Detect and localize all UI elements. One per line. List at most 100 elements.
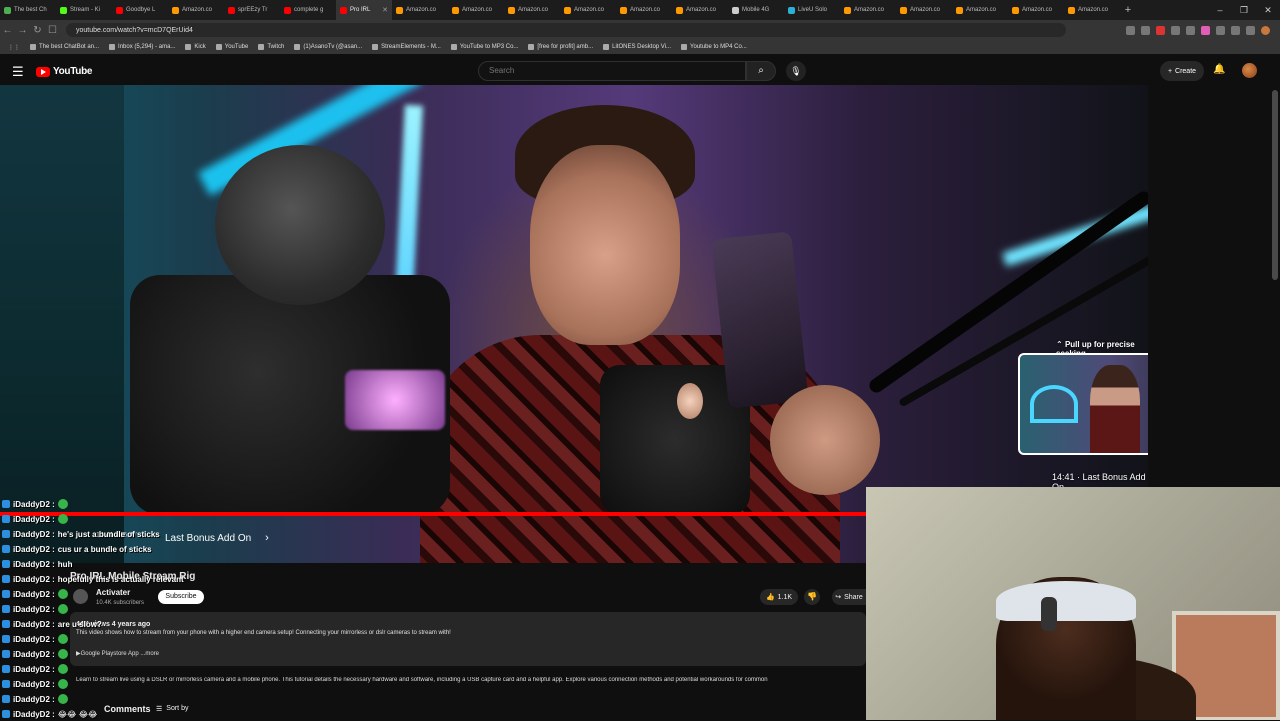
emote-icon [57, 589, 68, 599]
create-button[interactable]: + Create [1160, 61, 1204, 81]
search-button[interactable]: ⌕ [746, 61, 776, 81]
bookmark-item[interactable]: Twitch [258, 44, 284, 50]
browser-tab[interactable]: Amazon.co [672, 0, 728, 20]
forward-icon[interactable]: → [15, 25, 30, 36]
search-box[interactable] [478, 61, 746, 81]
extension-icon[interactable] [1126, 25, 1135, 35]
browser-tab[interactable]: The best Ch [0, 0, 56, 20]
bookmark-item[interactable]: The best ChatBot an... [30, 44, 99, 50]
bookmark-item[interactable]: (1)AsanoTv (@asan... [294, 44, 362, 50]
chevron-right-icon: › [265, 532, 269, 544]
browser-tab[interactable]: Pro IRL ✕ [336, 0, 392, 20]
browser-tab[interactable]: Amazon.co [616, 0, 672, 20]
url-text: youtube.com/watch?v=mcD7QErUid4 [76, 26, 193, 34]
browser-tab[interactable]: Amazon.co [840, 0, 896, 20]
tab-label: Pro IRL [350, 7, 371, 13]
extension-icon[interactable] [1186, 25, 1195, 35]
create-label: Create [1175, 67, 1197, 75]
chat-badge-icon [2, 605, 10, 613]
account-avatar[interactable] [1242, 63, 1257, 78]
plus-icon: + [1167, 67, 1173, 75]
browser-tab[interactable]: sprEEzy Tr [224, 0, 280, 20]
restore-icon[interactable]: ❐ [1232, 0, 1256, 20]
extension-icon[interactable] [1156, 25, 1165, 35]
tab-label: Amazon.co [182, 7, 213, 13]
overlay-emote [677, 383, 703, 419]
bookmark-label: Youtube to MP4 Co... [690, 44, 747, 50]
youtube-play-icon [36, 66, 50, 77]
bookmark-item[interactable]: YouTube [215, 44, 249, 50]
menu-icon[interactable]: ☰ [12, 64, 24, 80]
like-button[interactable]: 👍 1.1K [760, 589, 798, 605]
share-button[interactable]: ↪ Share [832, 589, 866, 605]
bookmark-item[interactable]: StreamElements - M... [372, 44, 441, 50]
page-scrollbar[interactable] [1272, 90, 1278, 280]
extension-icon[interactable] [1246, 25, 1255, 35]
extension-icon[interactable] [1141, 25, 1150, 35]
bookmark-item[interactable]: Youtube to MP4 Co... [681, 44, 747, 50]
webcam-cap [996, 581, 1136, 621]
close-tab-icon[interactable]: ✕ [382, 6, 388, 14]
chat-message: iDaddyD2 : [2, 512, 68, 526]
minimize-icon[interactable]: – [1208, 0, 1232, 20]
tab-favicon-icon [564, 6, 571, 14]
chat-text: are u slow? [57, 619, 102, 629]
browser-tab[interactable]: Amazon.co [1064, 0, 1120, 20]
url-field[interactable]: youtube.com/watch?v=mcD7QErUid4 [66, 23, 1066, 37]
bookmark-item[interactable]: LitONES Desktop Vi... [603, 44, 671, 50]
bookmark-favicon-icon [258, 44, 265, 50]
browser-tab[interactable]: Stream - Ki [56, 0, 112, 20]
extension-icon[interactable] [1201, 25, 1210, 35]
bookmark-favicon-icon [372, 44, 379, 50]
extension-icon[interactable] [1216, 25, 1225, 35]
browser-tab[interactable]: Goodbye L [112, 0, 168, 20]
extension-icon[interactable] [1171, 25, 1180, 35]
browser-tab[interactable]: LiveU Solo [784, 0, 840, 20]
preview-person [1090, 365, 1140, 453]
bookmark-item[interactable]: Kick [185, 44, 206, 50]
browser-tab[interactable]: Mobile 4G [728, 0, 784, 20]
description-box[interactable] [70, 612, 866, 666]
sort-by-button[interactable]: ☰ Sort by [156, 705, 188, 713]
bookmark-item[interactable]: Inbox (5,294) - ama... [109, 44, 175, 50]
youtube-logo[interactable]: YouTube [36, 66, 93, 77]
reload-icon[interactable]: ↻ [30, 25, 45, 36]
tab-favicon-icon [620, 6, 627, 14]
tab-label: complete g [294, 7, 324, 13]
search-input[interactable] [487, 65, 731, 76]
browser-tab[interactable]: Amazon.co [952, 0, 1008, 20]
browser-tab[interactable]: Amazon.co [1008, 0, 1064, 20]
chat-username: iDaddyD2 : [13, 514, 55, 524]
close-window-icon[interactable]: ✕ [1256, 0, 1280, 20]
tab-label: Amazon.co [574, 7, 605, 13]
bookmark-label: YouTube [224, 44, 249, 50]
bookmark-label: [free for profit] amb... [537, 44, 594, 50]
tab-label: Amazon.co [1022, 7, 1053, 13]
browser-tab[interactable]: Amazon.co [504, 0, 560, 20]
browser-tab[interactable]: complete g [280, 0, 336, 20]
back-icon[interactable]: ← [0, 25, 15, 36]
extension-icon[interactable] [1231, 25, 1240, 35]
notifications-bell-icon[interactable]: 🔔 [1213, 64, 1225, 75]
new-tab-icon[interactable]: + [1120, 4, 1136, 16]
bookmark-icon[interactable]: ☐ [45, 25, 60, 36]
tab-favicon-icon [956, 6, 963, 14]
bookmark-favicon-icon [450, 44, 457, 50]
browser-tab[interactable]: Amazon.co [392, 0, 448, 20]
chat-badge-icon [2, 545, 10, 553]
browser-tab[interactable]: Amazon.co [168, 0, 224, 20]
bookmark-item[interactable]: YouTube to MP3 Co... [450, 44, 518, 50]
subscribe-button[interactable]: Subscribe [158, 590, 204, 604]
chapter-button[interactable]: Last Bonus Add On › [165, 532, 269, 544]
apps-grid-icon[interactable]: ⋮⋮ [8, 44, 20, 51]
dislike-button[interactable]: 👎 [804, 589, 820, 605]
browser-tab[interactable]: Amazon.co [448, 0, 504, 20]
profile-icon[interactable] [1261, 25, 1270, 35]
preview-neon [1030, 385, 1078, 423]
bookmark-item[interactable]: [free for profit] amb... [528, 44, 593, 50]
browser-tab[interactable]: Amazon.co [560, 0, 616, 20]
chat-username: iDaddyD2 : [13, 544, 55, 554]
voice-search-button[interactable]: 🎙 [786, 61, 806, 81]
browser-tab[interactable]: Amazon.co [896, 0, 952, 20]
chat-text: cus ur a bundle of sticks [57, 544, 152, 554]
